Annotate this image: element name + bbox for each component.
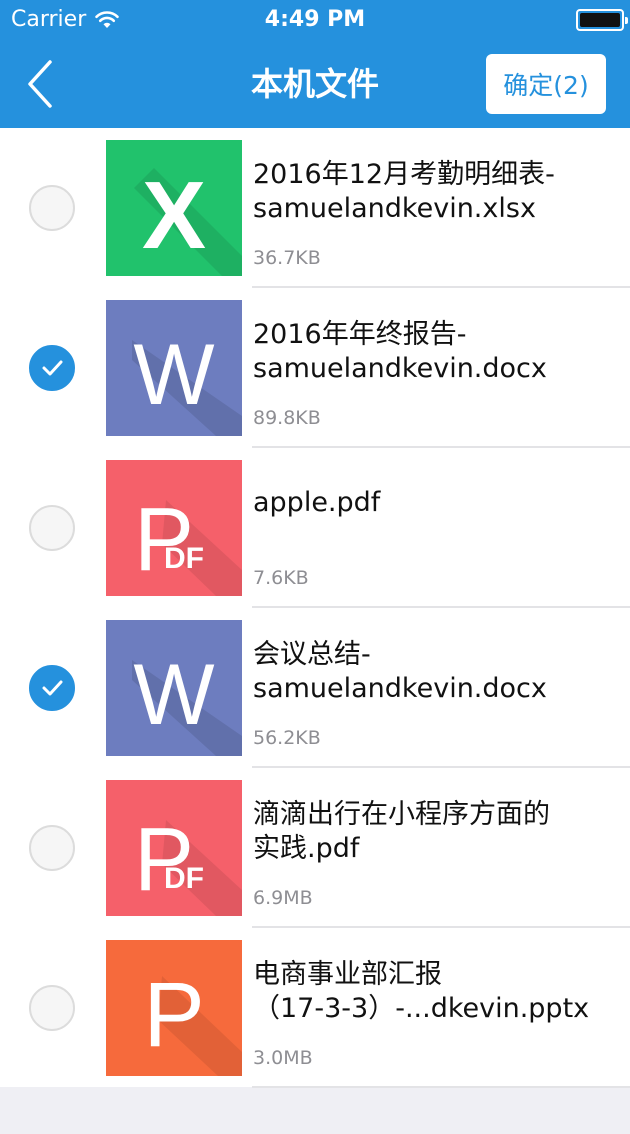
battery-tip [625, 17, 628, 24]
file-name: 电商事业部汇报 （17-3-3）-...dkevin.pptx [253, 958, 623, 1026]
file-name-line2: samuelandkevin.docx [253, 353, 547, 384]
file-name-line2: samuelandkevin.docx [253, 673, 547, 704]
checkbox-unchecked[interactable] [29, 505, 75, 551]
file-name-line2: 实践.pdf [253, 833, 360, 864]
svg-text:DF: DF [164, 542, 204, 575]
back-button[interactable] [18, 58, 68, 110]
file-name: 滴滴出行在小程序方面的 实践.pdf [253, 798, 623, 866]
pdf-icon: P DF [106, 780, 242, 916]
file-name: apple.pdf [253, 486, 623, 520]
file-name-line2: samuelandkevin.xlsx [253, 193, 536, 224]
svg-text:W: W [133, 647, 214, 743]
file-row[interactable]: P DF 滴滴出行在小程序方面的 实践.pdf 6.9MB [0, 768, 630, 928]
file-name-line1: 会议总结- [253, 639, 371, 670]
file-row[interactable]: P 电商事业部汇报 （17-3-3）-...dkevin.pptx 3.0MB [0, 928, 630, 1088]
chevron-left-icon [28, 60, 52, 108]
file-name-line1: 2016年年终报告- [253, 319, 467, 350]
word-icon: W [106, 300, 242, 436]
pdf-icon: P DF [106, 460, 242, 596]
file-name: 2016年12月考勤明细表-samuelandkevin.xlsx [253, 158, 623, 226]
row-divider [252, 1086, 630, 1088]
svg-text:W: W [133, 327, 214, 423]
file-size: 89.8KB [253, 407, 321, 429]
checkbox-checked[interactable] [29, 665, 75, 711]
svg-text:P: P [143, 964, 204, 1066]
checkmark-icon [42, 680, 63, 696]
file-list: X 2016年12月考勤明细表-samuelandkevin.xlsx 36.7KB… [0, 128, 630, 1088]
status-bar: Carrier 4:49 PM [0, 0, 630, 40]
navigation-bar: 本机文件 确定(2) [0, 40, 630, 128]
ppt-icon: P [106, 940, 242, 1076]
battery-level [580, 13, 620, 27]
file-row[interactable]: P DF apple.pdf 7.6KB [0, 448, 630, 608]
svg-text:X: X [142, 162, 206, 269]
file-name-line1: apple.pdf [253, 487, 381, 518]
file-row[interactable]: W 2016年年终报告-samuelandkevin.docx 89.8KB [0, 288, 630, 448]
file-name: 会议总结-samuelandkevin.docx [253, 638, 623, 706]
file-name-line1: 滴滴出行在小程序方面的 [253, 799, 550, 830]
svg-text:P: P [134, 490, 194, 590]
file-name-line1: 电商事业部汇报 [253, 959, 442, 990]
svg-text:P: P [134, 810, 194, 910]
checkbox-unchecked[interactable] [29, 825, 75, 871]
file-row[interactable]: X 2016年12月考勤明细表-samuelandkevin.xlsx 36.7KB [0, 128, 630, 288]
checkmark-icon [42, 360, 63, 376]
file-size: 7.6KB [253, 567, 309, 589]
file-name-line1: 2016年12月考勤明细表- [253, 159, 555, 190]
checkbox-unchecked[interactable] [29, 985, 75, 1031]
confirm-button[interactable]: 确定(2) [486, 54, 606, 114]
file-size: 36.7KB [253, 247, 321, 269]
excel-icon: X [106, 140, 242, 276]
file-size: 3.0MB [253, 1047, 313, 1069]
file-name-line2: （17-3-3）-...dkevin.pptx [253, 993, 590, 1024]
svg-text:DF: DF [164, 862, 204, 895]
file-row[interactable]: W 会议总结-samuelandkevin.docx 56.2KB [0, 608, 630, 768]
file-size: 56.2KB [253, 727, 321, 749]
file-name: 2016年年终报告-samuelandkevin.docx [253, 318, 623, 386]
file-size: 6.9MB [253, 887, 313, 909]
checkbox-checked[interactable] [29, 345, 75, 391]
word-icon: W [106, 620, 242, 756]
checkbox-unchecked[interactable] [29, 185, 75, 231]
battery-icon [576, 9, 628, 31]
status-time: 4:49 PM [264, 7, 366, 32]
